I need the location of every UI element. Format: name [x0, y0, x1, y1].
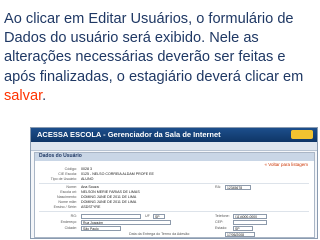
- cidade-select[interactable]: São Paulo: [81, 226, 121, 231]
- caption-end: .: [42, 87, 47, 104]
- tipo-label: Tipo de Usuário:: [50, 177, 77, 181]
- rg-label: RG:: [70, 214, 77, 218]
- field-row-serie: Ensino / Série: ASDSTYRE: [37, 205, 307, 210]
- slide-caption: Ao clicar em Editar Usuários, o formulár…: [4, 10, 318, 106]
- cep-label: CEP:: [215, 220, 224, 224]
- cep-input[interactable]: [233, 220, 267, 225]
- caption-highlight-save: salvar: [4, 87, 43, 104]
- telefone-input[interactable]: (11)4000-0000: [233, 214, 267, 219]
- serie-label: Ensino / Série:: [53, 205, 77, 209]
- uf-select[interactable]: SP: [153, 214, 165, 219]
- app-toolbar: [31, 142, 317, 151]
- data-termo-label: Data da Entrega do Termo da Adesão:: [129, 232, 191, 236]
- field-row-rg: RG: UF SP Telefone: (11)4000-0000: [37, 214, 307, 219]
- app-logo-icon: [291, 130, 313, 139]
- endereco-label: Endereço:: [60, 220, 77, 224]
- uf-label: UF: [145, 214, 150, 218]
- divider: [39, 183, 309, 184]
- panel-header: Dados do Usuário: [35, 153, 314, 161]
- data-termo-input[interactable]: 17/06/2008: [225, 232, 255, 237]
- field-row-tipo: Tipo de Usuário: ALUNO: [37, 177, 307, 182]
- caption-main-text: Ao clicar em Editar Usuários, o formulár…: [4, 11, 304, 85]
- serie-value: ASDSTYRE: [81, 205, 101, 209]
- cidade-label: Cidade:: [64, 226, 77, 230]
- field-row-endereco: Endereço: Rua Joaquim CEP:: [37, 220, 307, 225]
- app-screenshot: ACESSA ESCOLA - Gerenciador da Sala de I…: [30, 127, 318, 239]
- app-titlebar: ACESSA ESCOLA - Gerenciador da Sala de I…: [31, 128, 317, 142]
- user-data-panel: Dados do Usuário « Voltar para listagem …: [34, 152, 315, 238]
- tipo-value: ALUNO: [81, 177, 94, 181]
- estado-select[interactable]: SP: [233, 226, 253, 231]
- panel-title: Dados do Usuário: [39, 153, 82, 159]
- divider: [39, 211, 309, 212]
- telefone-label: Telefone:: [215, 214, 230, 218]
- rg-input[interactable]: [81, 214, 141, 219]
- app-title: ACESSA ESCOLA - Gerenciador da Sala de I…: [37, 130, 221, 139]
- field-row-data-termo: Data da Entrega do Termo da Adesão: 17/0…: [37, 232, 307, 237]
- endereco-input[interactable]: Rua Joaquim: [81, 220, 171, 225]
- estado-label: Estado:: [215, 226, 228, 230]
- field-row-cidade: Cidade: São Paulo Estado: SP: [37, 226, 307, 231]
